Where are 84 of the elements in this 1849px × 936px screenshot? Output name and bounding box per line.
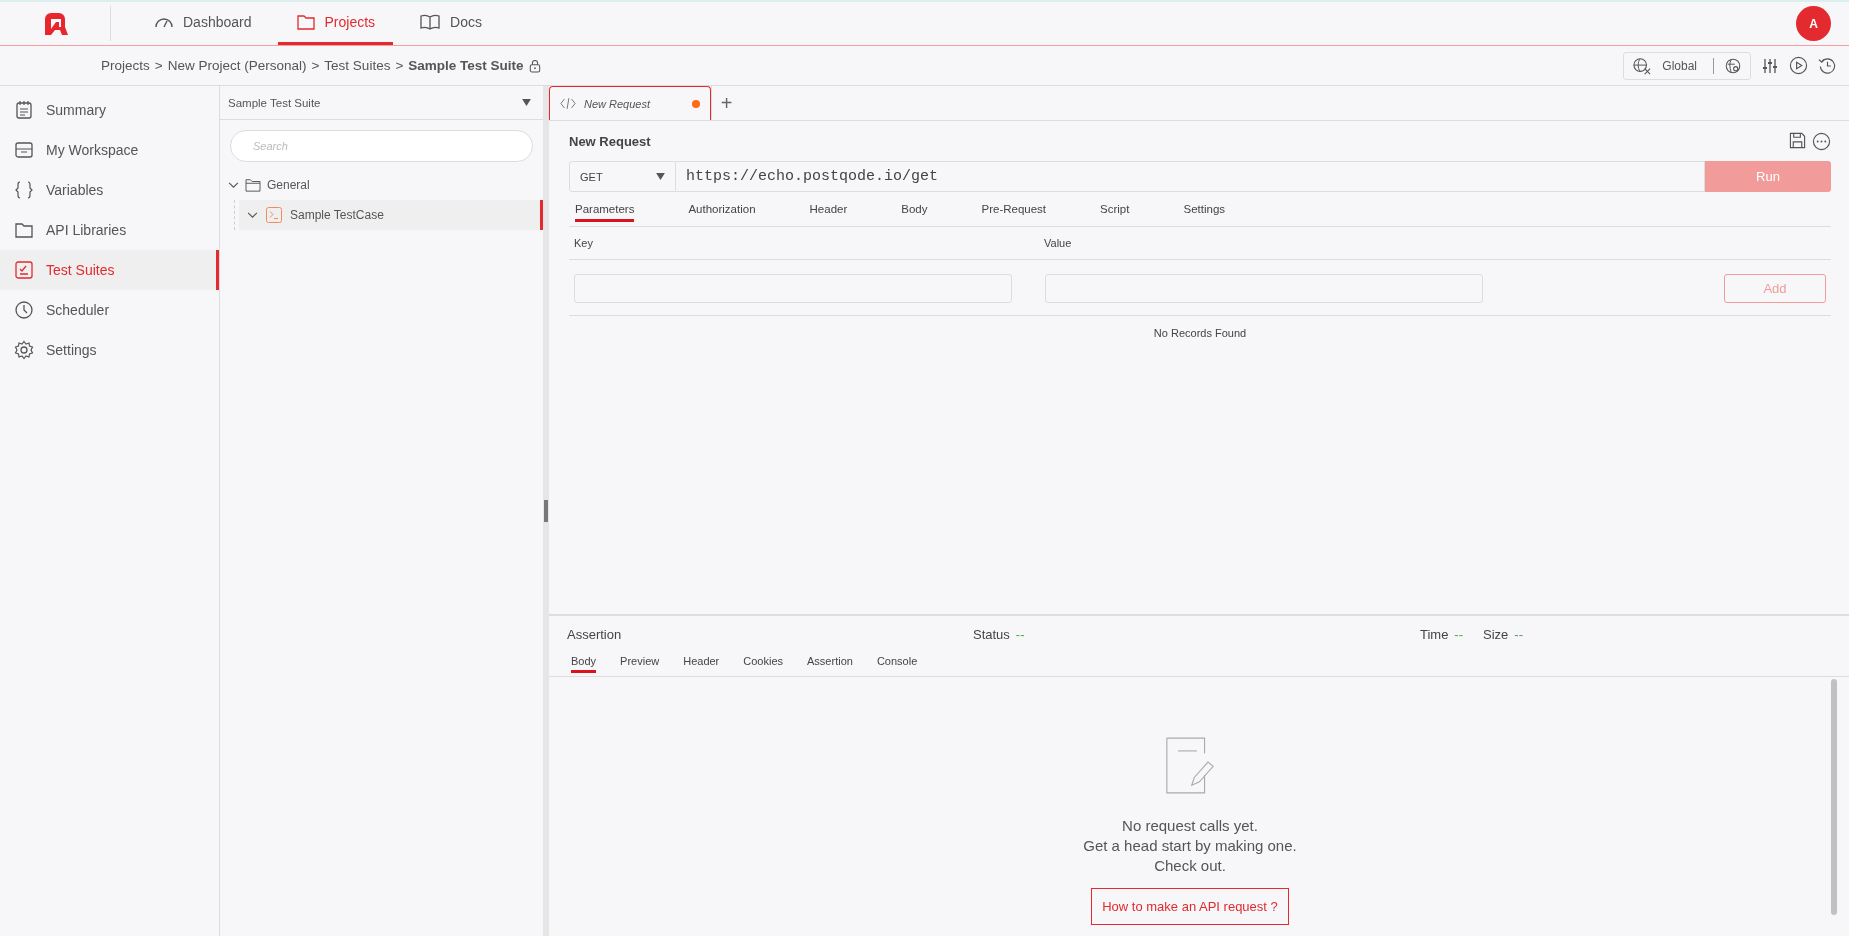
response-title: Assertion — [567, 626, 623, 642]
suite-dropdown[interactable]: Sample Test Suite — [220, 86, 543, 120]
response-tab[interactable]: Assertion — [807, 651, 853, 673]
globe-variable-icon — [1632, 56, 1653, 75]
status-value: -- — [1015, 626, 1025, 642]
request-option-tab[interactable]: Pre-Request — [981, 196, 1047, 222]
request-tab[interactable]: New Request — [549, 86, 711, 120]
code-icon — [560, 98, 576, 109]
dropdown-caret-icon — [522, 99, 531, 106]
notepad-icon — [14, 100, 34, 120]
sidebar-item[interactable]: Summary — [0, 90, 219, 130]
empty-state-text: No request calls yet. — [1122, 816, 1258, 836]
sidebar-item[interactable]: API Libraries — [0, 210, 219, 250]
folder-icon — [14, 220, 34, 240]
avatar[interactable]: A — [1796, 6, 1831, 41]
nav-tab[interactable]: Docs — [401, 2, 500, 45]
breadcrumb-link[interactable]: Projects — [101, 58, 150, 73]
empty-message: No Records Found — [1152, 326, 1248, 341]
request-option-tab[interactable]: Authorization — [688, 196, 756, 222]
sidebar-item[interactable]: Variables — [0, 170, 219, 210]
tree-item[interactable]: Sample TestCase — [239, 200, 543, 230]
breadcrumb-link[interactable]: New Project (Personal) — [167, 58, 307, 73]
request-option-tab[interactable]: Settings — [1183, 196, 1226, 222]
breadcrumb-separator: > — [154, 58, 163, 73]
chevron-icon — [247, 211, 258, 219]
response-tab[interactable]: Header — [683, 651, 720, 673]
save-icon[interactable] — [1789, 131, 1806, 149]
history-icon[interactable] — [1818, 56, 1837, 75]
request-option-tab[interactable]: Body — [901, 196, 928, 222]
breadcrumb-separator: > — [311, 58, 320, 73]
empty-state-text: Check out. — [1154, 856, 1226, 876]
add-tab-button[interactable]: + — [711, 86, 741, 120]
folder-icon — [295, 12, 316, 32]
size-label: Size — [1483, 626, 1509, 642]
search-field[interactable]: Search — [230, 130, 533, 162]
folder-icon — [245, 178, 261, 192]
settings-icon — [14, 340, 34, 360]
sliders-icon[interactable] — [1761, 56, 1779, 75]
column-header: Key — [574, 237, 594, 249]
sidebar-item[interactable]: Scheduler — [0, 290, 219, 330]
globe-settings-icon[interactable] — [1724, 56, 1742, 75]
breadcrumb-link[interactable]: Test Suites — [324, 58, 391, 73]
empty-state-text: Get a head start by making one. — [1083, 836, 1297, 856]
chevron-icon — [228, 181, 239, 189]
sidebar-item[interactable]: My Workspace — [0, 130, 219, 170]
sidebar-item[interactable]: Settings — [0, 330, 219, 370]
response-tab[interactable]: Preview — [620, 651, 660, 673]
tree-folder[interactable]: General — [220, 170, 543, 200]
resize-handle[interactable] — [544, 500, 548, 522]
request-option-tab[interactable]: Parameters — [575, 196, 635, 222]
column-header: Value — [1044, 237, 1073, 249]
more-icon[interactable] — [1812, 131, 1831, 151]
request-option-tab[interactable]: Header — [809, 196, 848, 222]
request-option-tab[interactable]: Script — [1100, 196, 1130, 222]
response-tab[interactable]: Console — [876, 651, 918, 673]
dropdown-caret-icon — [656, 173, 665, 180]
tray-icon — [14, 140, 34, 160]
breadcrumb-separator: > — [395, 58, 404, 73]
environment-selector[interactable]: Global — [1623, 51, 1751, 80]
nav-tab[interactable]: Dashboard — [136, 2, 270, 45]
key-field[interactable] — [574, 274, 1012, 303]
response-tab[interactable]: Cookies — [743, 651, 784, 673]
request-title: New Request — [569, 133, 651, 149]
book-icon — [419, 12, 442, 32]
scrollbar-thumb[interactable] — [1831, 679, 1837, 915]
braces-icon — [14, 180, 34, 200]
terminal-icon — [266, 207, 282, 223]
value-field[interactable] — [1045, 274, 1483, 303]
checklist-icon — [14, 260, 34, 280]
help-link-button[interactable]: How to make an API request ? — [1091, 888, 1289, 925]
nav-tab[interactable]: Projects — [277, 2, 394, 45]
response-tab[interactable]: Body — [571, 651, 597, 673]
url-field[interactable]: https://echo.postqode.io/get — [676, 161, 1705, 192]
size-value: -- — [1514, 626, 1523, 642]
status-label: Status — [973, 626, 1010, 642]
method-dropdown[interactable]: GET — [569, 161, 676, 192]
time-label: Time — [1419, 626, 1449, 642]
environment-name: Global — [1662, 58, 1697, 73]
document-pen-icon — [1166, 737, 1214, 794]
clock-icon — [14, 300, 34, 320]
breadcrumb-current: Sample Test Suite — [408, 58, 524, 73]
time-value: -- — [1454, 626, 1464, 642]
play-icon[interactable] — [1789, 56, 1808, 75]
sidebar-item[interactable]: Test Suites — [0, 250, 219, 290]
